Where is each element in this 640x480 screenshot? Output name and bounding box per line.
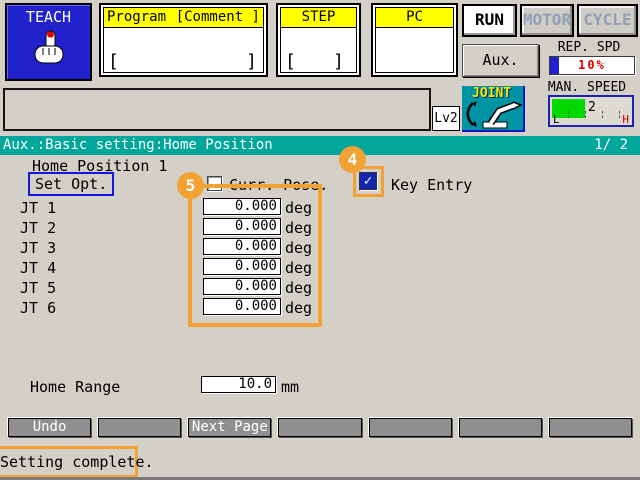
program-display-inner: Program [Comment ] [ ] [103, 7, 264, 73]
softkey-next-page[interactable]: Next Page [188, 418, 272, 437]
gauge-tick [602, 111, 603, 118]
step-bracket-close: ] [333, 51, 344, 72]
key-entry-label: Key Entry [391, 176, 473, 194]
gauge-tick [619, 111, 620, 118]
set-opt-label: Set Opt. [35, 175, 108, 193]
softkey-bar: Undo Next Page [0, 418, 640, 439]
man-speed-low-label: L [553, 113, 560, 126]
screen-title-bar: Aux.:Basic setting:Home Position 1/ 2 [0, 136, 640, 155]
pc-body [376, 28, 453, 72]
status-message: Setting complete. [0, 453, 154, 471]
step-display-box[interactable]: STEP [ ] [276, 3, 361, 77]
level-badge: Lv2 [432, 106, 460, 131]
step-header: STEP [281, 8, 356, 28]
jt1-label: JT 1 [20, 199, 57, 217]
pc-header-label: PC [406, 9, 423, 25]
status-highlight: Setting complete. [0, 446, 154, 478]
teach-mode-button[interactable]: TEACH [5, 3, 92, 81]
set-opt-button[interactable]: Set Opt. [28, 172, 115, 196]
teach-pendant-screen: TEACH Program [Comment ] [ ] STEP [] PC… [0, 0, 640, 480]
joint-values-highlight [188, 184, 322, 327]
step-body: [ ] [281, 28, 356, 72]
man-speed-gauge: 2 L H [548, 95, 634, 127]
jt4-label: JT 4 [20, 259, 57, 277]
jt6-label: JT 6 [20, 299, 57, 317]
run-label: RUN [475, 10, 504, 29]
man-speed-high-label: H [622, 113, 629, 126]
softkey-blank-1[interactable] [98, 418, 182, 437]
program-header-label: Program [107, 9, 167, 25]
softkey-blank-5[interactable] [548, 418, 632, 437]
pc-display-inner: PC [375, 7, 454, 73]
man-speed-label: MAN. SPEED [547, 80, 627, 95]
robot-arm-icon [466, 101, 523, 129]
motor-label: MOTOR [522, 10, 572, 29]
cycle-button[interactable]: CYCLE [577, 4, 638, 37]
pc-display-box[interactable]: PC [371, 3, 458, 77]
annotation-circle-5: 5 [177, 172, 204, 199]
rep-spd-label: REP. SPD [557, 40, 621, 55]
jt5-label: JT 5 [20, 279, 57, 297]
home-range-unit: mm [281, 378, 300, 396]
program-header: Program [Comment ] [104, 8, 263, 28]
rep-spd-bar: 10% [549, 56, 635, 75]
aux-button[interactable]: Aux. [462, 44, 539, 77]
step-bracket-open: [ [285, 51, 296, 72]
jt3-label: JT 3 [20, 239, 57, 257]
softkey-blank-3[interactable] [368, 418, 452, 437]
softkey-blank-4[interactable] [458, 418, 542, 437]
joint-mode-button[interactable]: JOINT [462, 86, 525, 132]
screen-title: Aux.:Basic setting:Home Position [3, 137, 273, 153]
program-display-box[interactable]: Program [Comment ] [ ] [99, 3, 268, 77]
page-indicator: 1/ 2 [594, 137, 628, 153]
softkey-undo[interactable]: Undo [8, 418, 92, 437]
motor-button[interactable]: MOTOR [520, 4, 574, 37]
program-bracket-close: ] [246, 51, 257, 72]
cycle-label: CYCLE [583, 10, 632, 29]
jt2-label: JT 2 [20, 219, 57, 237]
softkey-blank-2[interactable] [278, 418, 362, 437]
annotation-circle-4: 4 [339, 146, 366, 173]
pointing-hand-icon [34, 30, 63, 64]
man-speed-value: 2 [588, 100, 596, 115]
teach-label: TEACH [25, 8, 72, 26]
rep-spd-value: 10% [578, 58, 606, 72]
gauge-tick [568, 111, 569, 118]
home-range-label: Home Range [30, 378, 121, 396]
message-display-box [3, 88, 431, 131]
home-range-input[interactable]: 10.0 [201, 376, 276, 393]
run-button[interactable]: RUN [462, 4, 517, 37]
step-header-label: STEP [301, 9, 336, 25]
gauge-tick [585, 111, 586, 118]
program-body: [ ] [104, 28, 263, 72]
comment-header-label: [Comment ] [175, 9, 260, 25]
step-display-inner: STEP [ ] [280, 7, 357, 73]
aux-label: Aux. [482, 51, 519, 69]
pc-header: PC [376, 8, 453, 28]
program-bracket-open: [ [108, 51, 119, 72]
